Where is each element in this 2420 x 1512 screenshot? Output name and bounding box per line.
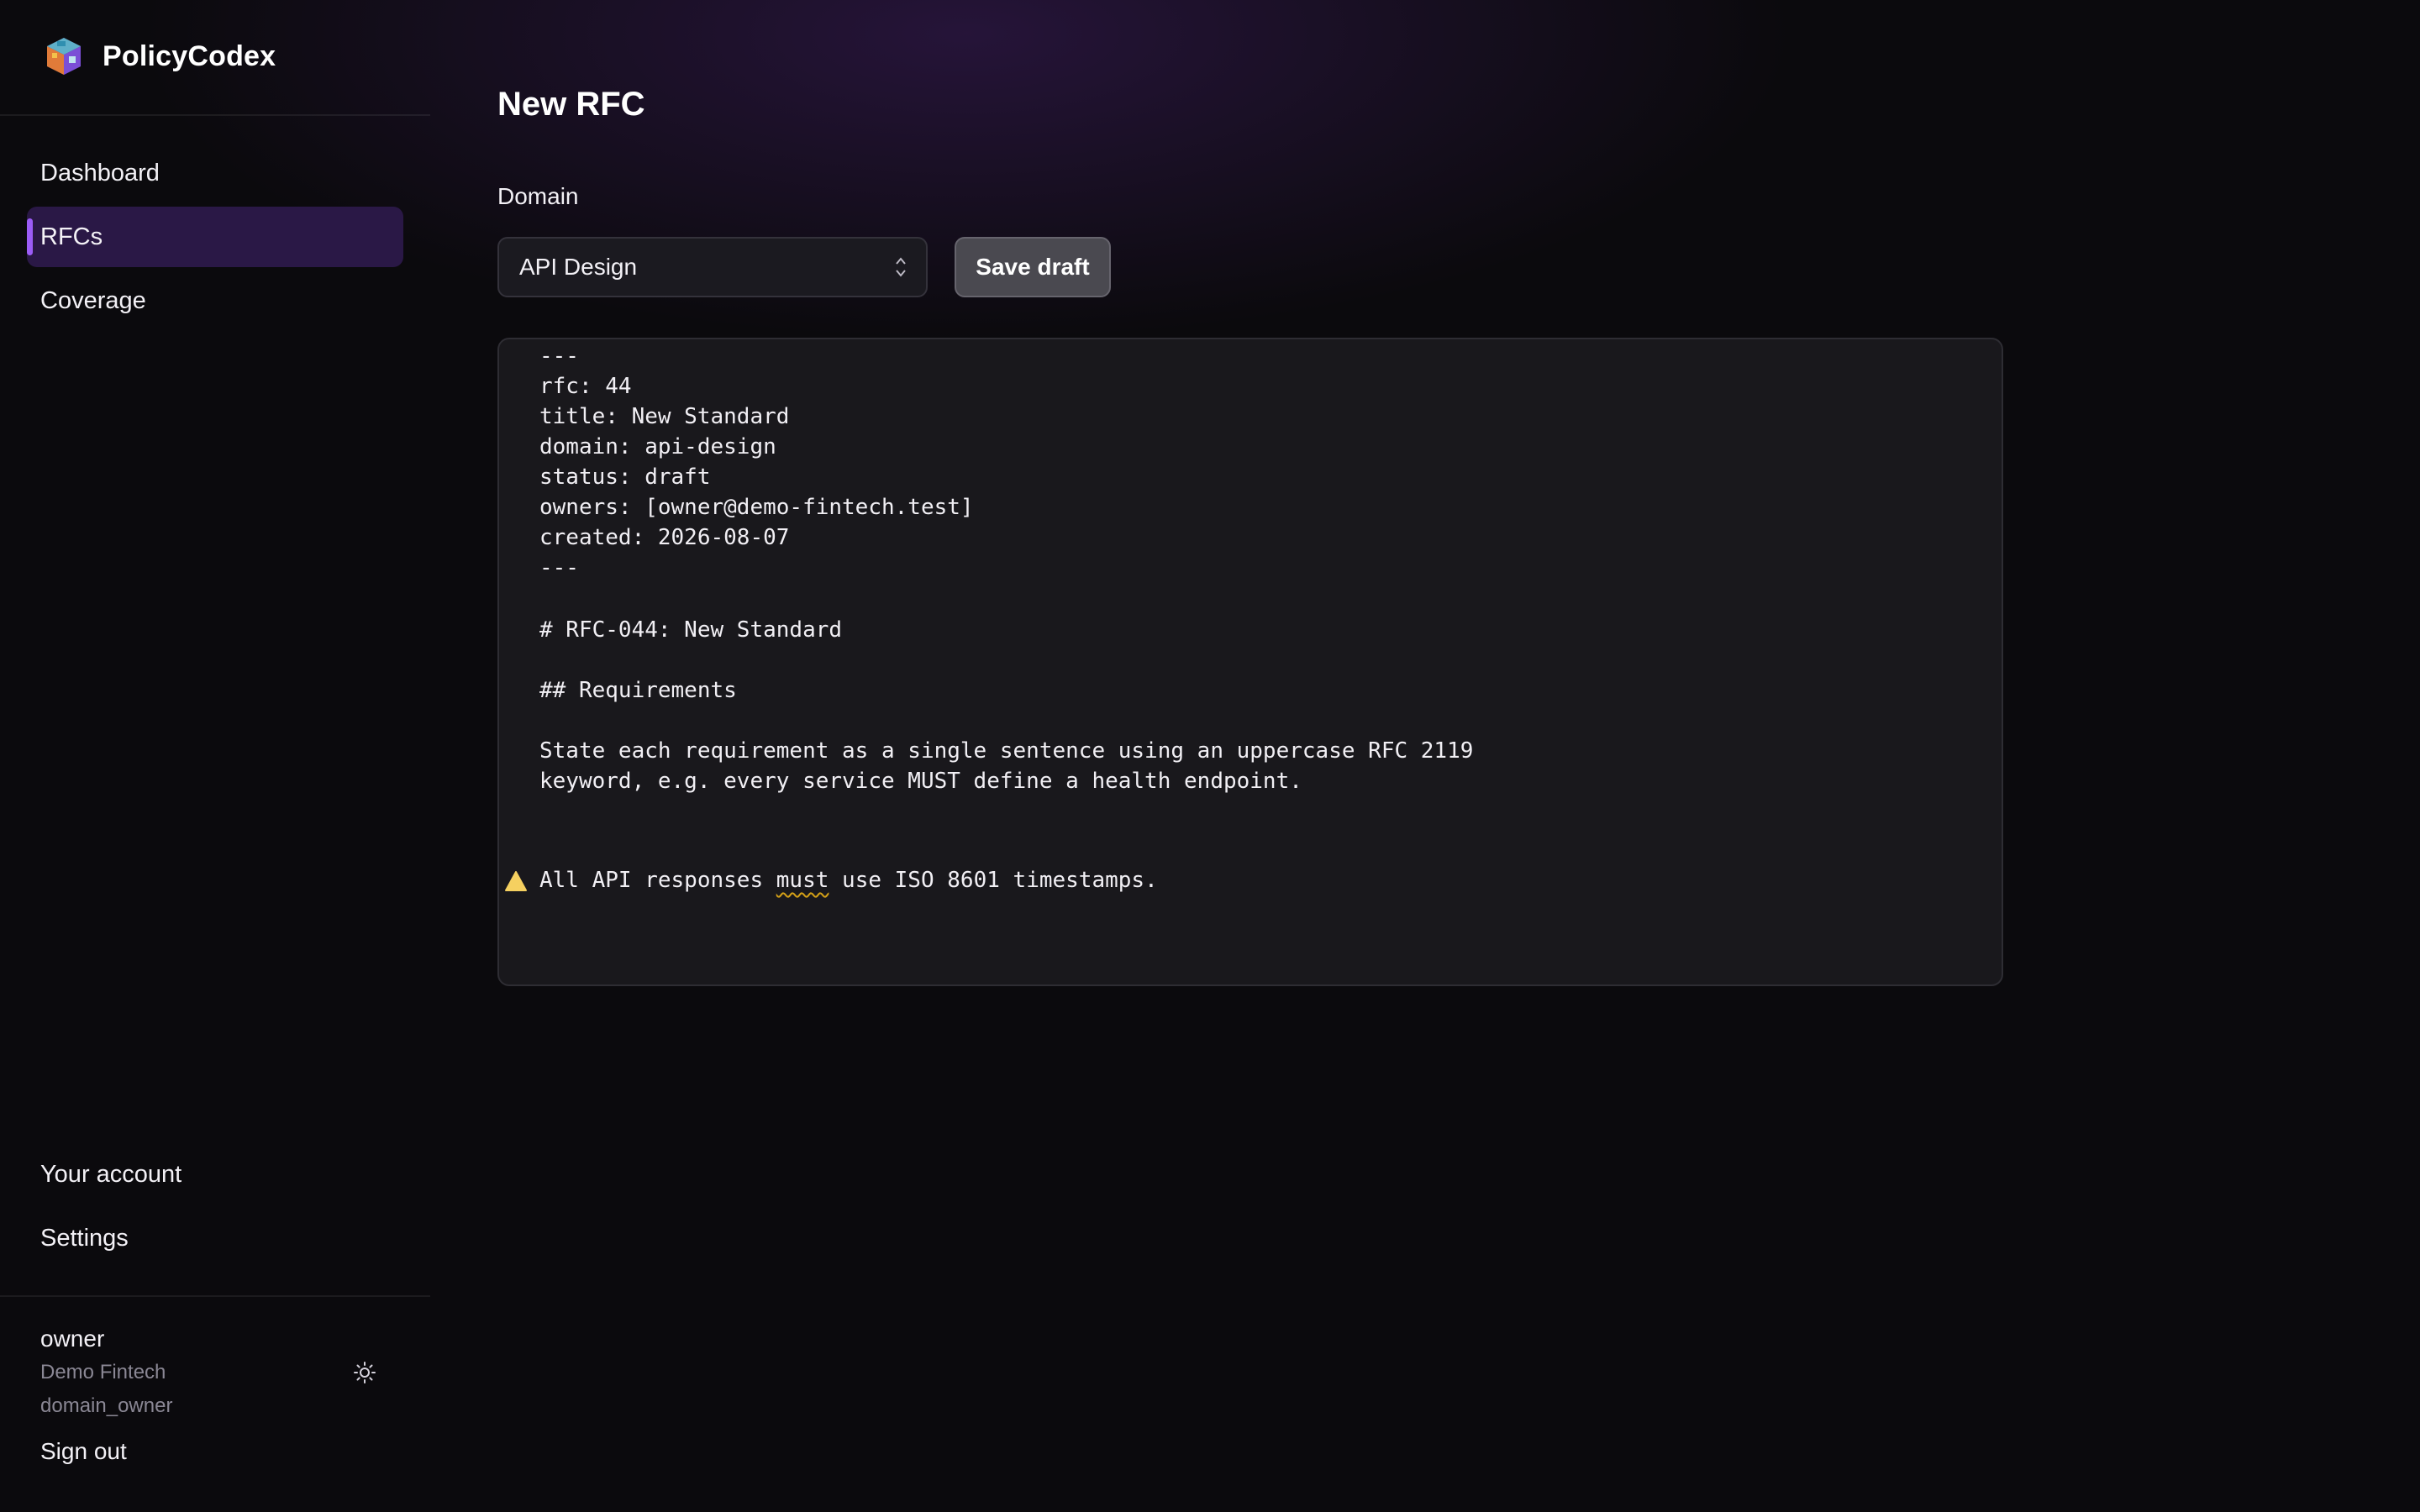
domain-select-value: API Design: [519, 254, 638, 280]
user-name: owner: [40, 1326, 105, 1352]
editor-line: keyword, e.g. every service MUST define …: [539, 769, 1302, 794]
theme-toggle-sun-icon[interactable]: [351, 1359, 378, 1386]
sidebar-item-your-account[interactable]: Your account: [27, 1144, 403, 1205]
editor-line: status: draft: [539, 465, 711, 490]
editor-warning-line: All API responses must use ISO 8601 time…: [539, 865, 1158, 895]
editor-line: title: New Standard: [539, 404, 790, 429]
page-title: New RFC: [497, 86, 645, 123]
rfc-editor[interactable]: --- rfc: 44 title: New Standard domain: …: [497, 338, 2003, 986]
editor-line: created: 2026-08-07: [539, 525, 790, 550]
sidebar-divider-bottom: [0, 1295, 430, 1297]
editor-line: owners: [owner@demo-fintech.test]: [539, 495, 974, 520]
sidebar: PolicyCodex Dashboard RFCs Coverage Your…: [0, 0, 430, 1512]
sign-out-link[interactable]: Sign out: [40, 1438, 127, 1465]
save-draft-button[interactable]: Save draft: [955, 237, 1111, 297]
app-root: PolicyCodex Dashboard RFCs Coverage Your…: [0, 0, 2420, 1512]
sidebar-divider-top: [0, 114, 430, 116]
sidebar-item-label: Dashboard: [40, 159, 160, 186]
policycodex-logo-icon: [47, 38, 81, 75]
sidebar-item-label: Settings: [40, 1224, 129, 1252]
sidebar-item-settings[interactable]: Settings: [27, 1208, 403, 1268]
sidebar-item-label: Coverage: [40, 286, 146, 314]
sidebar-item-rfcs[interactable]: RFCs: [27, 207, 403, 267]
editor-line: ---: [539, 555, 579, 580]
editor-line: ---: [539, 344, 579, 369]
sidebar-item-dashboard[interactable]: Dashboard: [27, 143, 403, 203]
warning-line-before: All API responses: [539, 868, 776, 893]
brand-name: PolicyCodex: [103, 39, 276, 72]
sun-icon: [354, 1362, 376, 1383]
editor-line: domain: api-design: [539, 434, 776, 459]
brand[interactable]: PolicyCodex: [40, 32, 276, 81]
warning-icon[interactable]: [504, 870, 528, 892]
user-org: Demo Fintech: [40, 1361, 166, 1383]
domain-label: Domain: [497, 183, 579, 209]
chevron-up-down-icon: [894, 254, 908, 281]
editor-heading-line: ## Requirements: [539, 678, 737, 703]
sidebar-item-label: Your account: [40, 1160, 182, 1188]
domain-select[interactable]: API Design: [497, 237, 928, 297]
sidebar-item-coverage[interactable]: Coverage: [27, 270, 403, 331]
editor-line: State each requirement as a single sente…: [539, 738, 1474, 764]
editor-line: rfc: 44: [539, 374, 632, 399]
sidebar-item-label: RFCs: [40, 223, 103, 250]
flagged-word[interactable]: must: [776, 868, 829, 893]
user-role: domain_owner: [40, 1394, 173, 1417]
warning-line-after: use ISO 8601 timestamps.: [829, 868, 1158, 893]
editor-heading-line: # RFC-044: New Standard: [539, 617, 843, 643]
